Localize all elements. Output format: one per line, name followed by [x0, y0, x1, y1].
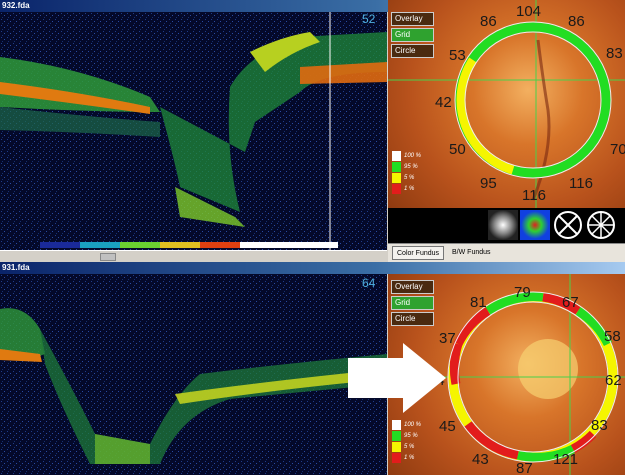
right-arrow-icon [348, 343, 446, 413]
bottom-sector-value-4: 58 [604, 328, 621, 345]
tab-color-fundus[interactable]: Color Fundus [392, 246, 445, 260]
top-sector-value-1: 104 [516, 3, 542, 20]
top-thumbnail-strip [388, 208, 625, 243]
top-sector-value-6: 42 [435, 94, 452, 111]
top-scrollbar-thumb[interactable] [100, 253, 116, 261]
bottom-oct-image[interactable]: 64 [0, 274, 387, 475]
top-sector-value-7: 70 [610, 141, 625, 158]
top-sector-value-11: 116 [569, 175, 593, 192]
top-scrollbar[interactable] [0, 250, 387, 262]
top-sector-value-8: 50 [449, 141, 466, 158]
bottom-sector-value-10: 43 [472, 451, 489, 468]
bottom-percentile-legend: 100 % 95 % 5 % 1 % [392, 419, 421, 463]
grid-x-thumbnail[interactable] [553, 210, 583, 240]
bottom-window-title: 931.fda [0, 262, 625, 274]
bottom-sector-value-12: 121 [553, 451, 579, 468]
bottom-sector-value-1: 79 [514, 284, 531, 301]
top-percentile-legend: 100 % 95 % 5 % 1 % [392, 150, 421, 194]
top-oct-image[interactable]: 52 [0, 12, 387, 250]
thickness-map-thumbnail[interactable] [520, 210, 550, 240]
top-scan-panel: 932.fda 52 Overlay Grid Circle 104 86 86… [0, 0, 625, 262]
top-sector-value-5: 53 [449, 47, 466, 64]
top-scan-number: 52 [362, 12, 376, 26]
top-sector-value-9: 95 [480, 175, 497, 192]
bottom-scan-panel: 931.fda 64 Overlay Grid Circle 79 81 67 … [0, 262, 625, 475]
bottom-sector-value-2: 81 [470, 294, 487, 311]
top-sector-value-10: 116 [522, 187, 546, 204]
bottom-sector-value-8: 45 [439, 418, 456, 435]
bottom-sector-value-7: 62 [605, 372, 622, 389]
fundus-tabs: Color Fundus B/W Fundus [388, 243, 625, 262]
grid-wheel-thumbnail[interactable] [586, 210, 616, 240]
tab-bw-fundus[interactable]: B/W Fundus [448, 246, 495, 260]
top-sector-value-2: 86 [480, 13, 497, 30]
fundus-bw-thumbnail[interactable] [488, 210, 518, 240]
bottom-sector-value-3: 67 [562, 294, 579, 311]
top-fundus-image[interactable]: Overlay Grid Circle 104 86 86 83 53 42 7… [388, 0, 625, 208]
top-sector-value-3: 86 [568, 13, 585, 30]
bottom-scan-number: 64 [362, 276, 376, 290]
top-sector-value-4: 83 [606, 45, 623, 62]
bottom-sector-value-9: 83 [591, 417, 608, 434]
bottom-sector-value-11: 87 [516, 460, 533, 475]
